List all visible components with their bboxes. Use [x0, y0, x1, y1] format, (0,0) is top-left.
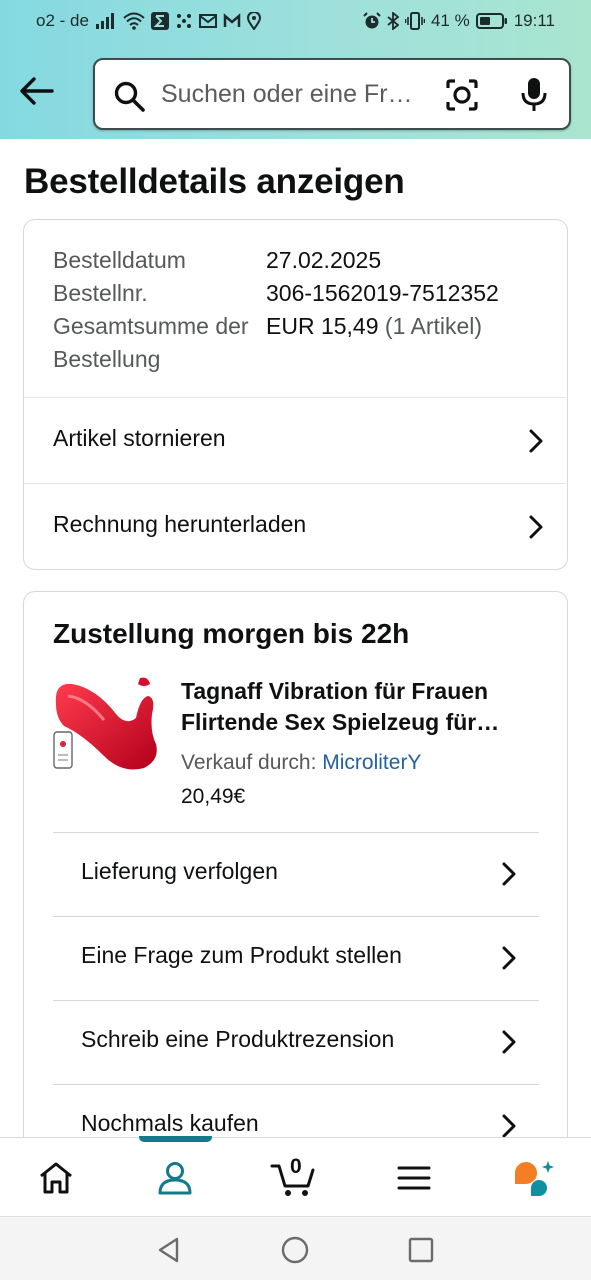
cancel-items-label: Artikel stornieren	[53, 425, 226, 451]
vibrate-icon	[404, 12, 425, 30]
system-back-button[interactable]	[152, 1233, 186, 1267]
cancel-items-link[interactable]: Artikel stornieren	[24, 397, 566, 483]
order-number-label: Bestellnr.	[53, 280, 148, 306]
download-invoice-label: Rechnung herunterladen	[53, 511, 307, 537]
chevron-right-icon	[502, 946, 516, 970]
mail-icon	[198, 14, 217, 28]
order-total-label: Gesamtsumme der Bestellung	[53, 313, 249, 372]
search-icon	[114, 81, 145, 112]
system-home-button[interactable]	[278, 1233, 312, 1267]
order-summary-card: Bestelldatum 27.02.2025 Bestellnr. 306-1…	[23, 219, 568, 570]
seller-link[interactable]: MicroliterY	[322, 751, 421, 774]
write-review-label: Schreib eine Produktrezension	[81, 1026, 395, 1052]
product-price: 20,49€	[181, 785, 246, 808]
ask-product-question-label: Eine Frage zum Produkt stellen	[81, 942, 402, 968]
status-bar: o2 - de 41 % 19:11	[0, 0, 591, 40]
shipment-card: Zustellung morgen bis 22h Tagnaff Vibrat…	[23, 591, 568, 1151]
nav-cart[interactable]: 0	[254, 1138, 334, 1217]
page-title: Bestelldetails anzeigen	[24, 162, 405, 201]
menu-icon	[397, 1166, 431, 1189]
download-invoice-link[interactable]: Rechnung herunterladen	[24, 483, 566, 569]
carrier-label: o2 - de	[36, 11, 89, 30]
bluetooth-icon	[387, 12, 399, 30]
back-button[interactable]	[18, 72, 56, 110]
write-review-link[interactable]: Schreib eine Produktrezension	[53, 1000, 539, 1084]
order-items-count: (1 Artikel)	[384, 313, 483, 339]
nav-rufus[interactable]	[493, 1138, 573, 1217]
sold-by-label: Verkauf durch:	[181, 751, 317, 774]
gmail-icon	[223, 13, 241, 27]
order-total: EUR 15,49 (1 Artikel)	[266, 310, 482, 376]
nav-account[interactable]	[135, 1138, 215, 1217]
track-package-link[interactable]: Lieferung verfolgen	[53, 832, 539, 916]
order-number: 306-1562019-7512352	[266, 280, 499, 306]
system-recents-button[interactable]	[404, 1233, 438, 1267]
circle-home-icon	[281, 1236, 309, 1264]
sigma-app-icon	[150, 12, 169, 30]
battery-percent: 41 %	[430, 11, 470, 30]
product-image[interactable]	[52, 674, 164, 778]
camera-lens-icon[interactable]	[445, 78, 479, 112]
chevron-right-icon	[529, 429, 543, 453]
arrow-left-icon	[20, 77, 54, 105]
search-bar[interactable]: Suchen oder eine Frage stellen	[93, 58, 571, 130]
alarm-icon	[363, 12, 381, 29]
battery-icon	[475, 13, 507, 29]
seller-info: Verkauf durch: MicroliterY	[181, 751, 421, 775]
bottom-navigation: 0	[0, 1136, 591, 1217]
home-icon	[40, 1162, 72, 1193]
track-package-label: Lieferung verfolgen	[81, 858, 278, 884]
nav-menu[interactable]	[374, 1138, 454, 1217]
rufus-icon	[515, 1160, 554, 1196]
wifi-icon	[123, 12, 145, 30]
square-recents-icon	[408, 1237, 434, 1263]
order-total-amount: EUR 15,49	[266, 313, 379, 339]
chevron-right-icon	[529, 515, 543, 539]
triangle-back-icon	[158, 1237, 179, 1263]
delivery-status-title: Zustellung morgen bis 22h	[53, 618, 410, 649]
signal-icon	[95, 13, 114, 29]
clock: 19:11	[513, 11, 555, 30]
top-header: o2 - de 41 % 19:11 Suchen oder eine Frag…	[0, 0, 591, 139]
dots-app-icon	[176, 14, 191, 28]
location-icon	[246, 12, 261, 30]
buy-again-label: Nochmals kaufen	[81, 1110, 259, 1136]
account-icon	[158, 1161, 192, 1194]
order-info: Bestelldatum 27.02.2025 Bestellnr. 306-1…	[53, 244, 499, 376]
cart-count-badge: 0	[290, 1155, 302, 1178]
chevron-right-icon	[502, 862, 516, 886]
nav-home[interactable]	[16, 1138, 96, 1217]
system-navigation-bar	[0, 1216, 591, 1280]
product-title-link[interactable]: Tagnaff Vibration für Frauen Flirtende S…	[181, 676, 541, 738]
order-date: 27.02.2025	[266, 247, 382, 273]
ask-product-question-link[interactable]: Eine Frage zum Produkt stellen	[53, 916, 539, 1000]
microphone-icon[interactable]	[519, 76, 549, 114]
order-date-label: Bestelldatum	[53, 247, 186, 273]
search-input[interactable]: Suchen oder eine Frage stellen	[161, 80, 423, 109]
chevron-right-icon	[502, 1030, 516, 1054]
chevron-right-icon	[502, 1114, 516, 1138]
